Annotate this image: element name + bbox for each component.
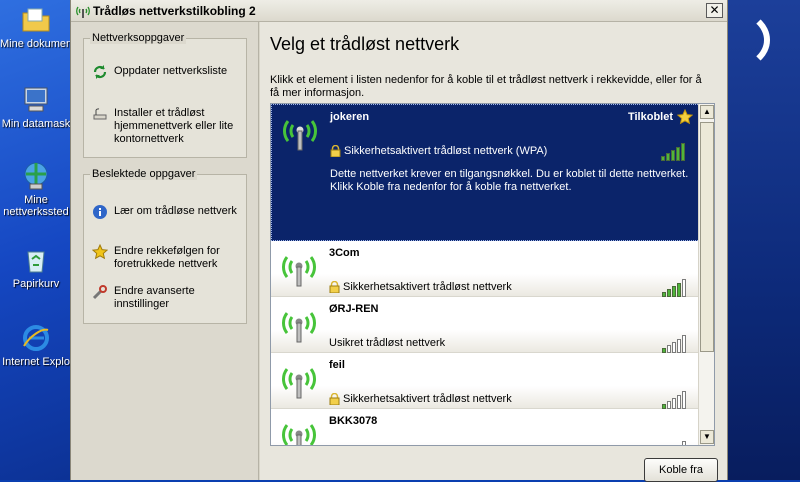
change-preferred-order-link[interactable]: Endre rekkefølgen for foretrukkede nettv… [92, 244, 242, 271]
desktop-icon-label: Internet Explo [2, 356, 70, 368]
advanced-settings-link[interactable]: Endre avanserte innstillinger [92, 285, 242, 311]
my-documents-icon [22, 8, 50, 32]
network-tasks-box: Nettverksoppgaver Oppdater nettverkslist… [83, 32, 247, 158]
refresh-network-list-link[interactable]: Oppdater nettverksliste [92, 65, 242, 80]
signal-strength-icon [662, 389, 692, 409]
wireless-antenna-icon [282, 424, 316, 445]
related-tasks-box: Beslektede oppgaver Lær om trådløse nett… [83, 168, 247, 324]
signal-strength-icon [662, 333, 692, 353]
network-places-icon [24, 162, 48, 190]
task-label: Lær om trådløse nettverk [114, 205, 237, 217]
signal-strength-icon [661, 141, 691, 161]
network-item-3com[interactable]: 3Com Sikkerhetsaktivert trådløst nettver… [271, 241, 700, 297]
network-list[interactable]: jokeren Tilkoblet Sikkerhetsaktivert trå… [270, 103, 715, 446]
wireless-icon [76, 6, 90, 18]
desktop-icon-network-places[interactable]: Mine nettverkssted [0, 160, 72, 218]
security-row: Usikret trådløst nettverk [329, 337, 445, 349]
scroll-up-button[interactable]: ▲ [700, 105, 714, 119]
network-name: ØRJ-REN [329, 303, 379, 315]
security-row: Sikkerhetsaktivert trådløst nettverk (WP… [330, 145, 547, 157]
internet-explorer-icon [23, 325, 49, 351]
refresh-icon [93, 65, 107, 79]
page-title: Velg et trådløst nettverk [270, 34, 460, 54]
close-button[interactable]: ✕ [706, 3, 723, 18]
task-label: Endre rekkefølgen for foretrukkede nettv… [114, 245, 220, 270]
desktop-icon-my-documents[interactable]: Mine dokument [0, 4, 72, 50]
desktop-icon-label: Min datamask [1, 118, 71, 130]
network-tasks-title: Nettverksoppgaver [90, 32, 187, 44]
wireless-antenna-icon [283, 120, 317, 151]
desktop-icon-internet-explorer[interactable]: Internet Explo [0, 322, 72, 368]
main-content: Velg et trådløst nettverk Klikk et eleme… [260, 22, 727, 482]
star-icon [92, 244, 108, 260]
scroll-down-button[interactable]: ▼ [700, 430, 714, 444]
connection-status: Tilkoblet [627, 111, 673, 123]
settings-icon [92, 285, 107, 300]
desktop-icon-label: Mine dokument [0, 38, 72, 50]
chevron-down-icon: ▼ [703, 432, 711, 441]
desktop-icon-label: Papirkurv [12, 278, 60, 290]
task-label: Oppdater nettverksliste [114, 65, 228, 77]
preferred-star-icon [677, 109, 693, 125]
my-computer-icon [24, 87, 48, 112]
related-tasks-title: Beslektede oppgaver [90, 168, 198, 180]
network-item-orj-ren[interactable]: ØRJ-REN Usikret trådløst nettverk [271, 297, 700, 353]
network-list-scrollbar[interactable]: ▲ ▼ [698, 104, 714, 445]
network-name: BKK3078 [329, 415, 378, 427]
network-details: Dette nettverket krever en tilgangsnøkke… [330, 168, 689, 193]
network-item-bkk3078[interactable]: BKK3078 [271, 409, 700, 445]
security-row: Sikkerhetsaktivert trådløst nettverk [329, 281, 512, 293]
title-bar[interactable]: Trådløs nettverkstilkobling 2 ✕ [71, 0, 727, 22]
chevron-up-icon: ▲ [703, 107, 711, 116]
security-label: Sikkerhetsaktivert trådløst nettverk [343, 281, 512, 293]
desktop-icon-my-computer[interactable]: Min datamask [0, 84, 72, 130]
network-name: 3Com [329, 247, 360, 259]
setup-wireless-network-link[interactable]: Installer et trådløst hjemmenettverk ell… [92, 107, 242, 146]
network-name: jokeren [330, 111, 370, 123]
security-label: Sikkerhetsaktivert trådløst nettverk (WP… [344, 145, 548, 157]
wireless-antenna-icon [282, 256, 316, 287]
desktop-background-right [728, 0, 800, 480]
task-label: Endre avanserte innstillinger [114, 285, 195, 310]
task-pane: Nettverksoppgaver Oppdater nettverkslist… [71, 22, 259, 480]
lock-icon [330, 145, 341, 157]
recycle-bin-icon [27, 251, 45, 273]
security-row: Sikkerhetsaktivert trådløst nettverk [329, 393, 512, 405]
desktop-icon-recycle-bin[interactable]: Papirkurv [0, 244, 72, 290]
window-title: Trådløs nettverkstilkobling 2 [93, 4, 256, 18]
scroll-thumb[interactable] [700, 122, 714, 352]
security-label: Usikret trådløst nettverk [329, 337, 446, 349]
instructions-text: Klikk et element i listen nedenfor for å… [270, 74, 702, 99]
close-icon: ✕ [709, 3, 720, 17]
info-icon [93, 205, 107, 219]
wireless-setup-icon [93, 108, 107, 120]
learn-wireless-link[interactable]: Lær om trådløse nettverk [92, 205, 242, 220]
disconnect-button[interactable]: Koble fra [644, 458, 718, 482]
network-item-feil[interactable]: feil Sikkerhetsaktivert trådløst nettver… [271, 353, 700, 409]
lock-icon [329, 281, 340, 293]
network-name: feil [329, 359, 345, 371]
lock-icon [329, 393, 340, 405]
task-label: Installer et trådløst hjemmenettverk ell… [114, 107, 234, 145]
wireless-connection-window: Trådløs nettverkstilkobling 2 ✕ Nettverk… [70, 0, 728, 482]
desktop-icon-label: Mine [24, 194, 48, 206]
signal-strength-icon [662, 439, 692, 445]
signal-strength-icon [662, 277, 692, 297]
wireless-antenna-icon [282, 312, 316, 343]
wireless-antenna-icon [282, 368, 316, 399]
security-label: Sikkerhetsaktivert trådløst nettverk [343, 393, 512, 405]
desktop-icon-label-line2: nettverkssted [3, 206, 69, 218]
network-item-jokeren[interactable]: jokeren Tilkoblet Sikkerhetsaktivert trå… [271, 104, 700, 241]
